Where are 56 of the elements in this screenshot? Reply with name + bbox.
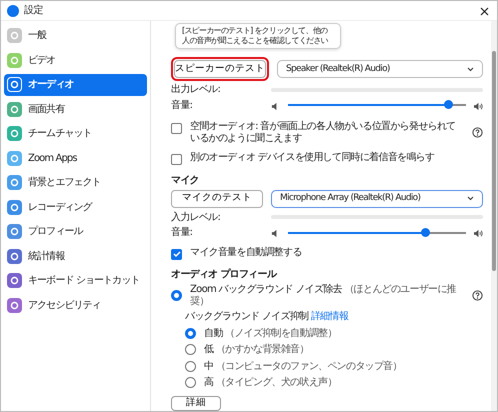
radio-label: Zoom バックグラウンド ノイズ除去 （ほとんどのユーザーに推奨）: [190, 284, 458, 307]
checkbox[interactable]: [171, 248, 182, 260]
caret-icon: [467, 196, 474, 201]
advanced-button[interactable]: 詳細: [171, 396, 221, 411]
output-level-label: 出力レベル:: [171, 84, 222, 96]
radio-button[interactable]: [171, 290, 182, 301]
slider-thumb[interactable]: [444, 100, 454, 110]
more-info-link[interactable]: 詳細情報: [310, 311, 348, 322]
sidebar-item[interactable]: キーボード ショートカット: [4, 270, 147, 292]
speaker-loud-icon: [474, 228, 483, 238]
test-microphone-button[interactable]: マイクのテスト: [171, 190, 263, 208]
window-title: 設定: [24, 4, 43, 16]
volume-label: 音量:: [171, 100, 194, 111]
tooltip: [スピーカーのテスト] をクリックして、他の人の音声が聞こえることを確認してください: [175, 23, 341, 49]
sidebar-item[interactable]: 画面共有: [4, 98, 147, 120]
checkbox-label: 空間オーディオ: 音が画面上の各人物がいる位置から発せられているかのように聞こえます: [190, 121, 457, 144]
speaker-loud-icon: [474, 100, 483, 110]
help-icon[interactable]: [472, 290, 483, 301]
scrollbar[interactable]: [491, 21, 497, 411]
sidebar-item[interactable]: 背景とエフェクト: [4, 172, 147, 194]
app-logo-icon: [7, 4, 19, 16]
sidebar-item[interactable]: Zoom Apps: [4, 148, 147, 169]
radio-button[interactable]: [185, 344, 196, 356]
dropdown-value: Microphone Array (Realtek(R) Audio): [280, 193, 420, 204]
sidebar-item[interactable]: オーディオ: [4, 74, 147, 96]
checkbox[interactable]: [171, 123, 182, 134]
radio-label: 中 （コンピュータのファン、ペンのタップ音）: [204, 360, 402, 372]
caret-icon: [467, 66, 474, 72]
close-button[interactable]: [478, 4, 491, 16]
radio-button[interactable]: [185, 377, 196, 388]
dropdown-value: Speaker (Realtek(R) Audio): [286, 64, 390, 74]
radio-label: 高 （タイピング、犬の吠え声）: [204, 377, 337, 388]
input-level-label: 入力レベル:: [171, 212, 222, 223]
radio-button[interactable]: [185, 328, 196, 339]
help-icon[interactable]: [472, 127, 483, 138]
suppression-label: バックグラウンド ノイズ抑制 詳細情報: [185, 311, 350, 322]
checkbox-label: マイク音量を自動調整する: [190, 246, 303, 258]
section-heading: マイク: [171, 175, 200, 186]
sidebar-item[interactable]: 一般: [4, 25, 147, 46]
device-dropdown[interactable]: Speaker (Realtek(R) Audio): [277, 60, 483, 78]
sidebar-item[interactable]: アクセシビリティ: [4, 294, 147, 316]
slider-thumb[interactable]: [421, 228, 430, 237]
sidebar-item[interactable]: チームチャット: [4, 123, 147, 144]
radio-label: 低 （かすかな背景雑音）: [204, 344, 309, 356]
sidebar-item[interactable]: 統計情報: [4, 246, 147, 267]
test-speaker-button[interactable]: スピーカーのテスト: [174, 60, 266, 78]
device-dropdown[interactable]: Microphone Array (Realtek(R) Audio): [271, 190, 483, 208]
radio-label: 自動 （ノイズ抑制を自動調整）: [204, 328, 337, 339]
section-heading: オーディオ プロフィール: [171, 268, 278, 280]
sidebar-item[interactable]: プロフィール: [4, 221, 147, 242]
volume-label: 音量:: [171, 227, 194, 238]
sidebar-item[interactable]: レコーディング: [4, 196, 147, 218]
sidebar-item[interactable]: ビデオ: [4, 50, 147, 71]
checkbox[interactable]: [171, 154, 182, 165]
radio-button[interactable]: [185, 360, 196, 372]
checkbox-label: 別のオーディオ デバイスを使用して同時に着信音を鳴らす: [190, 152, 436, 164]
